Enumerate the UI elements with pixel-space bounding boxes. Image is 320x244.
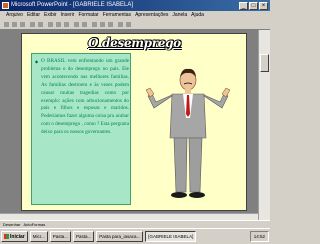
menu-item-inserir[interactable]: Inserir [61, 11, 75, 20]
help-icon[interactable] [126, 22, 131, 27]
close-icon[interactable]: × [259, 1, 268, 10]
window-title: Microsoft PowerPoint - [GABRIELE ISABELA… [11, 2, 134, 8]
undo-icon[interactable] [74, 22, 79, 27]
menu-item-apresentacoes[interactable]: Apresentações [135, 11, 168, 20]
horizontal-scrollbar[interactable] [0, 213, 258, 220]
slide[interactable]: O desemprego ◆ O BRASIL vem enfrentando … [21, 33, 247, 211]
paste-icon[interactable] [64, 22, 69, 27]
menu-item-formatar[interactable]: Formatar [78, 11, 98, 20]
spelling-icon[interactable] [38, 22, 43, 27]
draw-menu[interactable]: Desenhar [3, 222, 20, 227]
vertical-scrollbar[interactable] [258, 30, 270, 220]
taskbar-item[interactable]: Pasta para_iasaca... [96, 231, 144, 242]
taskbar-item[interactable]: Micr... [29, 231, 48, 242]
maximize-icon[interactable]: □ [249, 1, 258, 10]
slide-title[interactable]: O desemprego [88, 36, 198, 50]
table-icon[interactable] [100, 22, 105, 27]
slide-workspace: O desemprego ◆ O BRASIL vem enfrentando … [0, 30, 270, 213]
bullet-icon: ◆ [35, 59, 39, 64]
save-icon[interactable] [20, 22, 25, 27]
slide-body-text: O BRASIL vem enfrentando um grande probl… [41, 58, 129, 136]
minimize-icon[interactable]: _ [239, 1, 248, 10]
menu-item-ajuda[interactable]: Ajuda [191, 11, 204, 20]
cut-icon[interactable] [48, 22, 53, 27]
windows-logo-icon [4, 234, 9, 239]
autoshapes-menu[interactable]: AutoFormas [23, 222, 45, 227]
menu-item-exibir[interactable]: Exibir [44, 11, 57, 20]
powerpoint-icon [2, 2, 9, 9]
standard-toolbar [0, 20, 270, 30]
hyperlink-icon[interactable] [92, 22, 97, 27]
menu-item-editar[interactable]: Editar [27, 11, 40, 20]
redo-icon[interactable] [82, 22, 87, 27]
businessman-clipart[interactable] [142, 66, 234, 206]
system-tray-clock: 14:52 [249, 231, 269, 242]
start-label: Iniciar [10, 233, 25, 240]
title-bar: Microsoft PowerPoint - [GABRIELE ISABELA… [0, 0, 270, 11]
scroll-thumb[interactable] [260, 54, 269, 72]
slide-text-box[interactable]: ◆ O BRASIL vem enfrentando um grande pro… [31, 53, 131, 205]
drawing-toolbar: Desenhar AutoFormas [0, 220, 270, 228]
new-icon[interactable] [4, 22, 9, 27]
menu-item-arquivo[interactable]: Arquivo [6, 11, 23, 20]
zoom-icon[interactable] [118, 22, 123, 27]
window-controls: _ □ × [239, 1, 268, 10]
start-button[interactable]: Iniciar [1, 231, 28, 242]
menu-item-ferramentas[interactable]: Ferramentas [103, 11, 131, 20]
taskbar: Iniciar Micr... Pasta... Pasta... Pasta … [0, 228, 270, 244]
taskbar-item[interactable]: Pasta... [73, 231, 95, 242]
print-icon[interactable] [30, 22, 35, 27]
taskbar-item-active[interactable]: [GABRIELE ISABELA] [145, 231, 197, 242]
copy-icon[interactable] [56, 22, 61, 27]
chart-icon[interactable] [108, 22, 113, 27]
open-icon[interactable] [12, 22, 17, 27]
menu-bar: Arquivo Editar Exibir Inserir Formatar F… [0, 11, 270, 20]
menu-item-janela[interactable]: Janela [172, 11, 187, 20]
taskbar-item[interactable]: Pasta... [49, 231, 71, 242]
